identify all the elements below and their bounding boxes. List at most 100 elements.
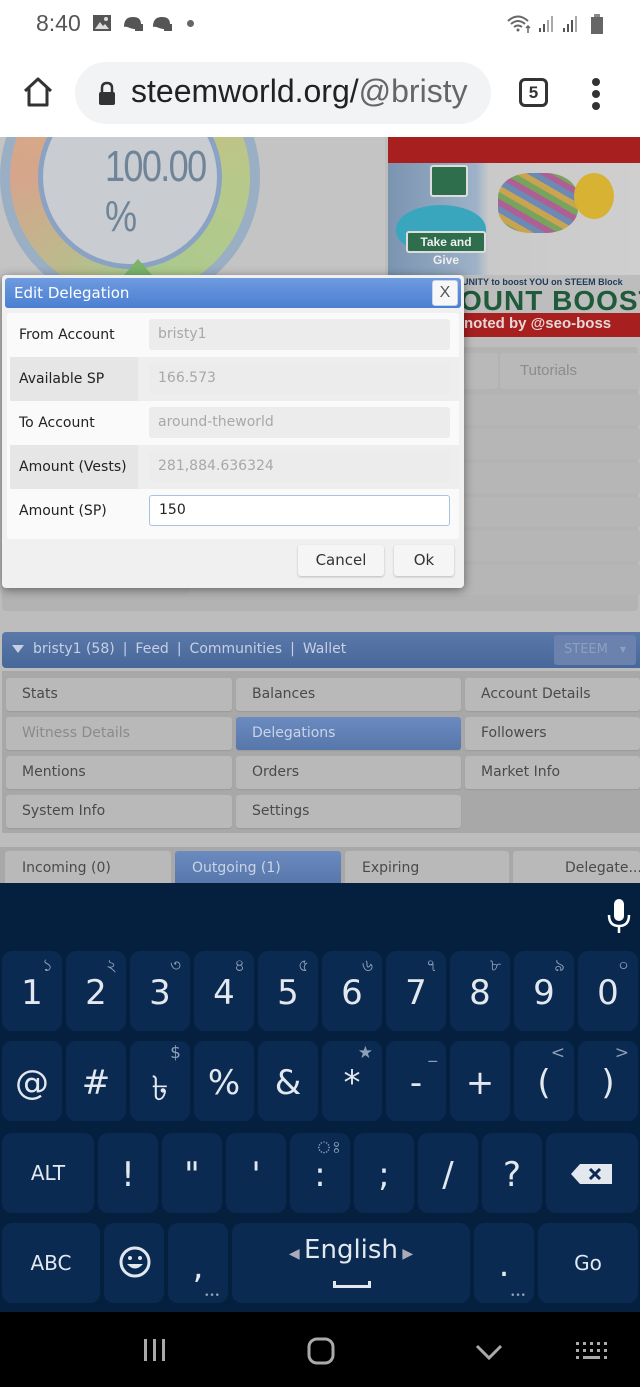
key[interactable]: :ঃ bbox=[290, 1133, 350, 1213]
cancel-button[interactable]: Cancel bbox=[298, 545, 384, 576]
key[interactable]: 3৩ bbox=[130, 951, 190, 1031]
battery-icon bbox=[591, 14, 603, 34]
tab-switcher-button[interactable]: 5 bbox=[519, 78, 548, 107]
key[interactable]: 6৬ bbox=[322, 951, 382, 1031]
key[interactable]: / bbox=[418, 1133, 478, 1213]
currency-select-value: STEEM bbox=[564, 642, 608, 657]
key[interactable]: 0০ bbox=[578, 951, 638, 1031]
key[interactable]: ; bbox=[354, 1133, 414, 1213]
separator: | bbox=[122, 641, 128, 657]
dialog-title: Edit Delegation bbox=[5, 278, 461, 308]
menu-item-delegations[interactable]: Delegations bbox=[236, 717, 461, 750]
key[interactable]: 4৪ bbox=[194, 951, 254, 1031]
menu-item-followers[interactable]: Followers bbox=[465, 717, 640, 750]
home-icon[interactable] bbox=[306, 1336, 336, 1366]
key[interactable]: - _ bbox=[386, 1041, 446, 1121]
game-controller-icon bbox=[124, 17, 143, 31]
menu-item-system-info[interactable]: System Info bbox=[6, 795, 232, 828]
key-label: # bbox=[81, 1063, 111, 1103]
address-bar[interactable]: steemworld.org/@bristy bbox=[75, 62, 491, 124]
amount-sp-input[interactable] bbox=[149, 495, 450, 526]
account-link-wallet[interactable]: Wallet bbox=[303, 641, 346, 657]
key-label: 3 bbox=[149, 973, 171, 1013]
key[interactable]: 7৭ bbox=[386, 951, 446, 1031]
key[interactable]: & bbox=[258, 1041, 318, 1121]
key-label: ! bbox=[121, 1155, 135, 1195]
key-label: * bbox=[343, 1063, 361, 1103]
account-nav-bar: bristy1 (58) | Feed | Communities | Wallet STE… bbox=[2, 632, 640, 668]
key[interactable]: 5৫ bbox=[258, 951, 318, 1031]
account-link-user[interactable]: bristy1 (58) bbox=[33, 641, 115, 657]
key[interactable]: ! bbox=[98, 1133, 158, 1213]
account-link-feed[interactable]: Feed bbox=[135, 641, 168, 657]
collapse-caret-icon[interactable] bbox=[12, 645, 24, 653]
menu-item-stats[interactable]: Stats bbox=[6, 678, 232, 711]
key-label: ALT bbox=[30, 1161, 66, 1185]
key[interactable]: ? bbox=[482, 1133, 542, 1213]
back-icon[interactable] bbox=[474, 1342, 504, 1362]
key[interactable]: 8৮ bbox=[450, 951, 510, 1031]
url-text: steemworld.org/@bristy bbox=[131, 73, 468, 110]
more-menu-icon[interactable] bbox=[586, 78, 606, 110]
keyboard-switch-icon[interactable] bbox=[574, 1340, 608, 1364]
key[interactable]: " bbox=[162, 1133, 222, 1213]
ok-button[interactable]: Ok bbox=[394, 545, 454, 576]
home-icon[interactable] bbox=[20, 74, 56, 110]
key[interactable]: ৳ $ bbox=[130, 1041, 190, 1121]
key-label: 4 bbox=[213, 973, 235, 1013]
smiley-figure-icon bbox=[574, 173, 614, 219]
key[interactable]: * ★ bbox=[322, 1041, 382, 1121]
amount-sp-label: Amount (SP) bbox=[19, 503, 107, 519]
key[interactable]: ' bbox=[226, 1133, 286, 1213]
key-alt-label: ৫ bbox=[297, 956, 309, 976]
backspace-key[interactable] bbox=[546, 1133, 638, 1213]
tab-delegate[interactable]: Delegate... bbox=[513, 851, 640, 883]
form-row-from-account: From Account bbox=[10, 313, 459, 357]
key-alt-label: ৬ bbox=[361, 956, 373, 976]
tutorials-tab[interactable]: Tutorials bbox=[500, 353, 640, 389]
menu-item-account-details[interactable]: Account Details bbox=[465, 678, 640, 711]
abc-key[interactable]: ABC bbox=[2, 1223, 100, 1303]
key[interactable]: @ bbox=[2, 1041, 62, 1121]
form-row-available-sp: Available SP bbox=[10, 357, 459, 401]
tab-incoming[interactable]: Incoming (0) bbox=[5, 851, 171, 883]
key[interactable]: # bbox=[66, 1041, 126, 1121]
account-link-communities[interactable]: Communities bbox=[190, 641, 283, 657]
key[interactable]: 9৯ bbox=[514, 951, 574, 1031]
key[interactable]: % bbox=[194, 1041, 254, 1121]
gauge-center: 100.00 % bbox=[38, 137, 222, 269]
form-row-to-account: To Account bbox=[10, 401, 459, 445]
key-alt-label: ১ bbox=[41, 956, 53, 976]
menu-item-balances[interactable]: Balances bbox=[236, 678, 461, 711]
tab-expiring[interactable]: Expiring bbox=[345, 851, 509, 883]
key-label: 8 bbox=[469, 973, 491, 1013]
close-button[interactable]: X bbox=[432, 280, 458, 306]
key[interactable]: 2২ bbox=[66, 951, 126, 1031]
menu-item-witness-details[interactable]: Witness Details bbox=[6, 717, 232, 750]
tab-outgoing[interactable]: Outgoing (1) bbox=[175, 851, 341, 883]
alt-key[interactable]: ALT bbox=[2, 1133, 94, 1213]
key-alt-label: ৮ bbox=[489, 956, 501, 976]
comma-key[interactable]: , ••• bbox=[168, 1223, 228, 1303]
key[interactable]: + bbox=[450, 1041, 510, 1121]
menu-item-orders[interactable]: Orders bbox=[236, 756, 461, 789]
key-alt-label: ২ bbox=[105, 956, 117, 976]
amount-vests-field bbox=[149, 451, 450, 482]
key[interactable]: (< bbox=[514, 1041, 574, 1121]
recents-icon[interactable] bbox=[141, 1336, 169, 1364]
microphone-icon[interactable] bbox=[606, 899, 632, 935]
backspace-icon bbox=[571, 1164, 612, 1184]
key[interactable]: 1১ bbox=[2, 951, 62, 1031]
key[interactable]: ) > bbox=[578, 1041, 638, 1121]
go-key[interactable]: Go bbox=[538, 1223, 638, 1303]
form-row-amount-vests: Amount (Vests) bbox=[10, 445, 459, 489]
menu-item-market-info[interactable]: Market Info bbox=[465, 756, 640, 789]
currency-select[interactable]: STEEM ▼ bbox=[554, 635, 636, 665]
menu-item-settings[interactable]: Settings bbox=[236, 795, 461, 828]
account-links: bristy1 (58) | Feed | Communities | Wallet bbox=[33, 641, 346, 657]
menu-item-mentions[interactable]: Mentions bbox=[6, 756, 232, 789]
emoji-key[interactable] bbox=[104, 1223, 164, 1303]
status-time: 8:40 bbox=[36, 10, 81, 36]
period-key[interactable]: . ••• bbox=[474, 1223, 534, 1303]
space-key[interactable]: ◀ English ▶ bbox=[232, 1223, 470, 1303]
